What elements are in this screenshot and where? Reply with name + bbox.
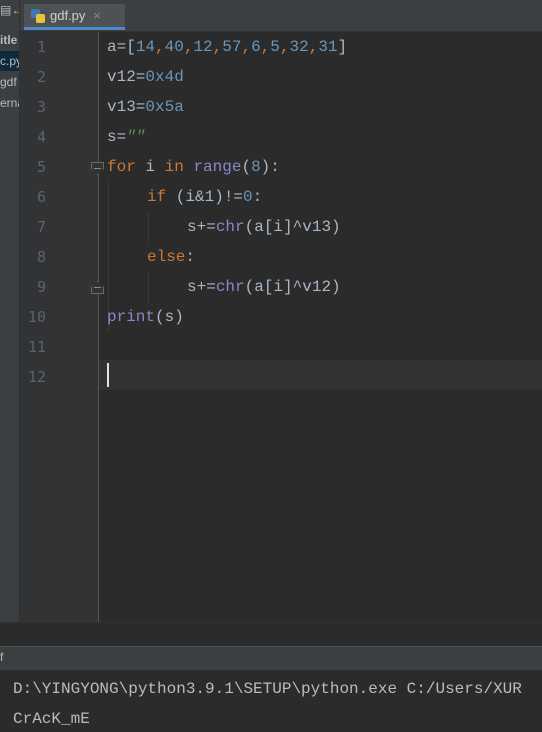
line-number: 3 [36,98,46,116]
line-number: 4 [36,128,46,146]
project-panel: ▤← itle c.py gdf erna [0,0,20,646]
line-number: 10 [27,308,46,326]
tab-gdf-py[interactable]: gdf.py × [24,4,125,30]
run-console[interactable]: D:\YINGYONG\python3.9.1\SETUP\python.exe… [0,670,542,732]
project-item-external[interactable]: erna [0,93,19,113]
code-line-3: v13=0x5a [107,98,184,116]
project-item-title[interactable]: itle [0,30,17,50]
run-tab-label[interactable]: f [0,650,3,664]
line-number: 11 [27,338,46,356]
line-number: 12 [27,368,46,386]
text-caret [107,363,109,387]
code-line-1: a=[14,40,12,57,6,5,32,31] [107,38,348,56]
code-line-8: else: [147,248,196,266]
code-line-9: s+=chr(a[i]^v12) [187,278,341,296]
line-number: 9 [36,278,46,296]
code-line-10: print(s) [107,308,184,326]
indent-guide [148,212,149,242]
code-line-7: s+=chr(a[i]^v13) [187,218,341,236]
project-item-selected-file[interactable]: c.py [0,51,19,71]
console-line-command: D:\YINGYONG\python3.9.1\SETUP\python.exe… [13,680,522,698]
line-number: 2 [36,68,46,86]
run-panel-header: f [0,646,542,670]
editor-tab-bar: gdf.py × [20,0,542,32]
line-number: 8 [36,248,46,266]
project-panel-toolbar-icon[interactable]: ▤← [0,0,19,20]
editor-bottom-strip [0,622,542,647]
python-file-icon [31,8,45,23]
code-line-4: s="" [107,128,146,146]
current-line-highlight [99,360,542,390]
project-item-gdf[interactable]: gdf [0,72,17,92]
line-number: 5 [36,158,46,176]
line-number: 1 [36,38,46,56]
code-line-5: for i in range(8): [107,158,280,176]
code-line-2: v12=0x4d [107,68,184,86]
line-number: 6 [36,188,46,206]
console-line-output: CrAcK_mE [13,710,90,728]
indent-guide [148,272,149,302]
close-icon[interactable]: × [92,9,101,22]
code-line-6: if (i&1)!=0: [147,188,263,206]
line-number: 7 [36,218,46,236]
tab-label: gdf.py [50,8,86,23]
